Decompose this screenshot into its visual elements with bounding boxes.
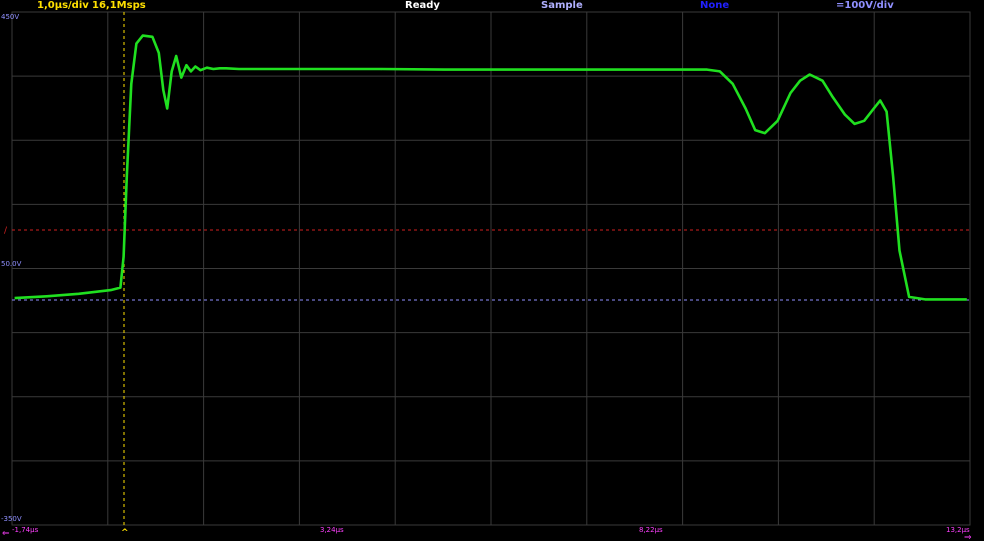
x-right-arrow[interactable]: ⇒: [964, 533, 972, 541]
x-label-0: -1,74µs: [12, 526, 39, 534]
oscilloscope-display[interactable]: 450V 50.0V -350V / ⇐ -1,74µs ^ 3,24µs 8,…: [0, 0, 984, 541]
y-bottom-label: -350V: [1, 515, 22, 523]
x-label-2: 8,22µs: [639, 526, 663, 534]
x-left-arrow[interactable]: ⇐: [2, 529, 10, 539]
x-label-1: 3,24µs: [320, 526, 344, 534]
trigger-time-marker[interactable]: ^: [121, 528, 129, 538]
y-mid-label: 50.0V: [1, 260, 22, 268]
y-top-label: 450V: [1, 13, 19, 21]
trigger-level-marker[interactable]: /: [4, 226, 8, 236]
